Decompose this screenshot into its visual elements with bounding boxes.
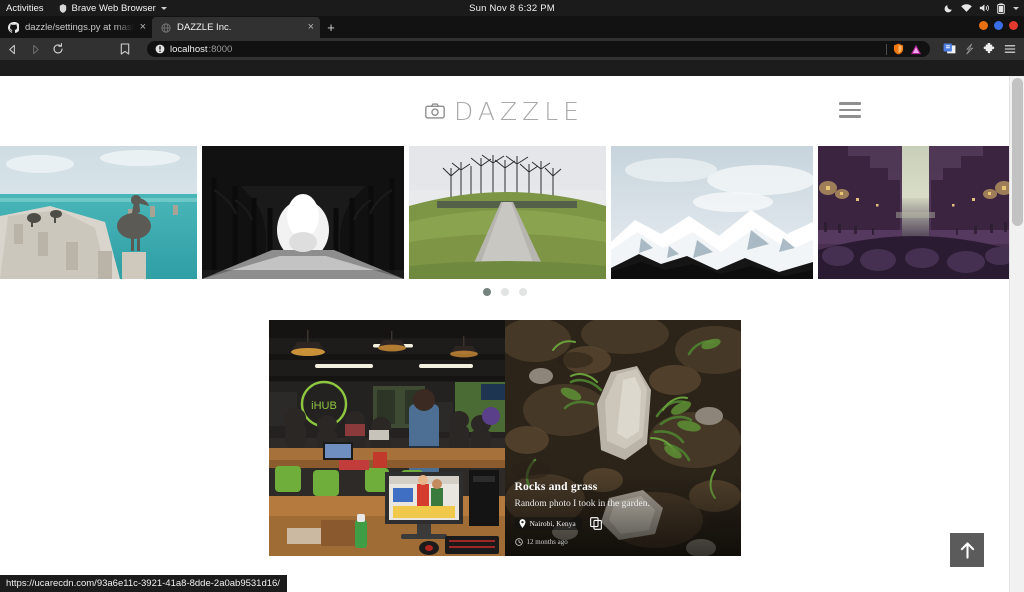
pelican-on-pier-image bbox=[0, 146, 197, 279]
browser-window: dazzle/settings.py at mast × DAZZLE Inc.… bbox=[0, 16, 1024, 592]
address-bar[interactable]: localhost :8000 bbox=[147, 41, 930, 57]
location-badge[interactable]: Nairobi, Kenya bbox=[514, 517, 582, 530]
grass-hill-path-image bbox=[409, 146, 606, 279]
tab-strip: dazzle/settings.py at mast × DAZZLE Inc.… bbox=[0, 16, 1024, 38]
maximize-dot[interactable] bbox=[994, 21, 1003, 30]
divider bbox=[886, 43, 887, 55]
tab-close-button[interactable]: × bbox=[140, 22, 146, 33]
back-icon[interactable] bbox=[5, 42, 19, 56]
hamburger-menu-icon[interactable] bbox=[1004, 43, 1016, 55]
carousel-dot-2[interactable] bbox=[500, 288, 509, 296]
location-text: Nairobi, Kenya bbox=[529, 519, 576, 528]
wifi-icon bbox=[961, 4, 972, 12]
carousel-slide-grass-path[interactable] bbox=[409, 146, 606, 279]
carousel-slide-snowy-mountains[interactable] bbox=[611, 146, 813, 279]
photo-grid: iHUB Rocks and grass Random photo I took… bbox=[0, 320, 1009, 556]
battery-icon bbox=[997, 2, 1005, 14]
tab-dazzle[interactable]: DAZZLE Inc. × bbox=[152, 17, 320, 38]
gnome-top-bar: Activities Brave Web Browser Sun Nov 8 6… bbox=[0, 0, 1024, 16]
photo-description: Random photo I took in the garden. bbox=[514, 499, 650, 509]
moon-icon bbox=[944, 5, 952, 13]
map-pin-icon bbox=[519, 519, 526, 528]
address-bar-actions bbox=[886, 43, 922, 55]
window-controls[interactable] bbox=[979, 21, 1018, 30]
scrollbar-thumb[interactable] bbox=[1012, 78, 1023, 226]
carousel-slide-pelican[interactable] bbox=[0, 146, 197, 279]
carousel-dot-1[interactable] bbox=[482, 288, 491, 296]
forward-icon[interactable] bbox=[28, 42, 42, 56]
menu-line bbox=[839, 102, 861, 105]
copy-icon[interactable] bbox=[589, 517, 602, 530]
clock[interactable]: Sun Nov 8 6:32 PM bbox=[0, 3, 1024, 14]
bookmark-icon[interactable] bbox=[118, 42, 132, 56]
carousel-dots[interactable] bbox=[0, 288, 1009, 296]
photo-title: Rocks and grass bbox=[514, 481, 598, 493]
menu-line bbox=[839, 115, 861, 118]
tab-github[interactable]: dazzle/settings.py at mast × bbox=[0, 17, 152, 38]
carousel-dot-3[interactable] bbox=[518, 288, 527, 296]
scroll-to-top-button[interactable] bbox=[950, 533, 984, 567]
clock-icon bbox=[514, 538, 523, 546]
wallet-extension-icon[interactable] bbox=[965, 43, 974, 55]
carousel-track bbox=[0, 146, 1013, 279]
chevron-down-icon[interactable] bbox=[1013, 6, 1019, 10]
timestamp-text: 12 months ago bbox=[526, 538, 568, 546]
coworking-space-image: iHUB bbox=[268, 320, 505, 556]
tab-close-button[interactable]: × bbox=[308, 22, 314, 33]
photo-meta: Nairobi, Kenya bbox=[514, 517, 731, 530]
logo-text: DAZZLE bbox=[454, 96, 584, 126]
photo-card-rocks[interactable]: Rocks and grass Random photo I took in t… bbox=[504, 320, 741, 556]
photo-carousel[interactable] bbox=[0, 146, 1013, 296]
close-dot[interactable] bbox=[1009, 21, 1018, 30]
puzzle-extension-icon[interactable] bbox=[983, 43, 995, 55]
photo-card-caption: Rocks and grass Random photo I took in t… bbox=[504, 472, 741, 556]
gnome-system-tray[interactable] bbox=[944, 2, 1019, 14]
minimize-dot[interactable] bbox=[979, 21, 988, 30]
browser-toolbar: localhost :8000 bbox=[0, 38, 1024, 60]
globe-icon bbox=[160, 22, 171, 33]
site-header: DAZZLE bbox=[0, 76, 1009, 146]
new-tab-button[interactable]: + bbox=[320, 17, 342, 38]
status-url-bubble: https://ucarecdn.com/93a6e11c-3921-41a8-… bbox=[0, 575, 287, 592]
snowy-mountain-image bbox=[611, 146, 813, 279]
media-extension-icon[interactable] bbox=[943, 43, 956, 55]
triangle-extension-icon[interactable] bbox=[910, 44, 922, 55]
address-host: localhost bbox=[170, 43, 208, 55]
web-page-viewport: DAZZLE iHUB Rocks and grass Random photo… bbox=[0, 76, 1024, 592]
page-scrollbar[interactable]: ▴ bbox=[1009, 76, 1024, 592]
photo-card-ihub[interactable]: iHUB bbox=[268, 320, 505, 556]
arrow-up-icon bbox=[960, 541, 974, 559]
black-and-white-tree-road-image bbox=[202, 146, 404, 279]
github-icon bbox=[8, 22, 19, 33]
camera-icon bbox=[425, 103, 445, 119]
photo-timestamp: 12 months ago bbox=[514, 538, 731, 546]
not-secure-icon[interactable] bbox=[155, 44, 165, 54]
reload-icon[interactable] bbox=[51, 42, 65, 56]
tab-title: DAZZLE Inc. bbox=[177, 22, 232, 33]
brave-shields-icon[interactable] bbox=[893, 43, 904, 55]
toolbar-extensions bbox=[943, 43, 1019, 55]
site-logo[interactable]: DAZZLE bbox=[425, 97, 584, 126]
address-port: :8000 bbox=[208, 43, 233, 55]
page-content: DAZZLE iHUB Rocks and grass Random photo… bbox=[0, 76, 1013, 592]
svg-text:iHUB: iHUB bbox=[311, 400, 337, 412]
carousel-slide-canal[interactable] bbox=[818, 146, 1013, 279]
purple-canal-image bbox=[818, 146, 1013, 279]
menu-line bbox=[839, 108, 861, 111]
carousel-slide-tree-road[interactable] bbox=[202, 146, 404, 279]
tab-title: dazzle/settings.py at mast bbox=[25, 22, 134, 33]
volume-icon bbox=[979, 4, 989, 12]
site-menu-button[interactable] bbox=[839, 102, 861, 118]
